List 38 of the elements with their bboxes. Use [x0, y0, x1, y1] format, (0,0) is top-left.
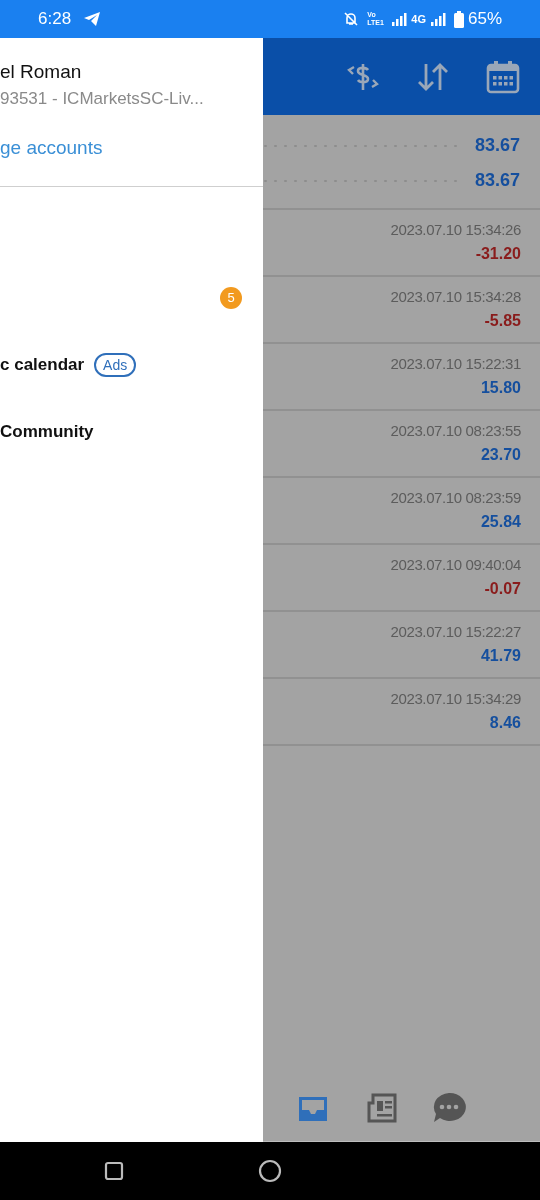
deal-time: 2023.07.10 15:22:27: [390, 622, 521, 643]
deal-time: 2023.07.10 08:23:59: [390, 488, 521, 509]
paper-plane-icon: [83, 11, 102, 27]
ads-tag: Ads: [94, 352, 137, 377]
drawer-menu-item[interactable]: Community: [0, 418, 94, 445]
recent-apps-icon[interactable]: [104, 1161, 124, 1181]
deal-profit: 23.70: [480, 444, 521, 465]
clock-time: 6:28: [38, 8, 72, 31]
signal-icon: [391, 12, 408, 26]
deal-profit: 8.46: [489, 712, 521, 733]
account-name: el Roman: [0, 60, 83, 84]
summary-value: 83.67: [474, 134, 520, 157]
battery-icon: [453, 10, 464, 28]
deal-profit: -31.20: [475, 243, 521, 264]
deal-profit: -0.07: [484, 578, 521, 599]
deal-profit: -5.85: [484, 310, 521, 331]
deal-profit: 15.80: [480, 377, 521, 398]
calendar-icon[interactable]: [486, 59, 520, 94]
home-icon[interactable]: [258, 1159, 282, 1183]
summary-value: 83.67: [474, 169, 520, 192]
network-label: 4G: [411, 11, 426, 27]
deal-time: 2023.07.10 15:34:29: [390, 689, 521, 710]
signal-icon: [429, 12, 446, 26]
bell-off-icon: [343, 11, 360, 27]
deal-time: 2023.07.10 09:40:04: [390, 555, 521, 576]
notification-count: 5: [220, 286, 242, 309]
deal-time: 2023.07.10 15:34:28: [390, 287, 521, 308]
deal-profit: 25.84: [480, 511, 521, 532]
deal-time: 2023.07.10 15:22:31: [390, 354, 521, 375]
sort-arrows-icon[interactable]: [416, 61, 450, 92]
drawer-menu-item[interactable]: c calendar: [0, 351, 85, 378]
account-server: 93531 - ICMarketsSC-Liv...: [0, 88, 205, 110]
chat-tab-icon[interactable]: [431, 1091, 467, 1125]
deal-time: 2023.07.10 15:34:26: [390, 220, 521, 241]
battery-percent: 65%: [467, 8, 502, 31]
deal-time: 2023.07.10 08:23:55: [390, 421, 521, 442]
deal-profit: 41.79: [480, 645, 521, 666]
manage-accounts-link[interactable]: ge accounts: [0, 133, 263, 162]
